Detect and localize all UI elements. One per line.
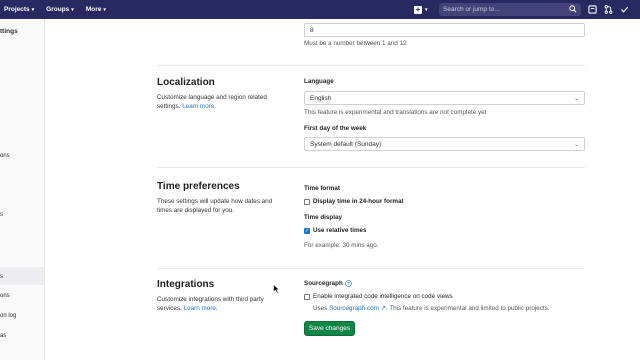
chevron-down-icon: ⌄ — [573, 142, 579, 148]
time-display-label: Time display — [304, 214, 343, 221]
search-icon — [569, 5, 577, 13]
first-day-select[interactable]: System default (Sunday) ⌄ — [304, 137, 585, 151]
checkbox-unchecked-icon — [304, 293, 310, 300]
nav-more-label: More — [85, 6, 102, 13]
checkbox-unchecked-icon — [304, 198, 310, 205]
localization-title: Localization — [157, 77, 215, 88]
number-field-value: 8 — [310, 26, 314, 34]
plus-icon: + — [414, 4, 422, 14]
sidebar-item[interactable]: as — [0, 333, 6, 339]
language-label: Language — [304, 78, 334, 85]
integrations-title: Integrations — [157, 279, 215, 290]
uses-prefix: Uses — [313, 305, 328, 312]
sidebar-title: ttings — [0, 28, 18, 35]
svg-text:?: ? — [347, 281, 350, 286]
save-changes-button[interactable]: Save changes — [304, 321, 355, 336]
first-day-label: First day of the week — [304, 125, 367, 132]
issues-icon[interactable] — [588, 5, 597, 14]
search-input[interactable] — [443, 6, 561, 13]
top-navbar: Projects ▾ Groups ▾ More ▾ + ▾ — [0, 0, 640, 19]
chevron-down-icon: ▾ — [425, 6, 428, 13]
search-box[interactable] — [439, 3, 581, 16]
merge-requests-icon[interactable] — [604, 5, 613, 14]
mouse-cursor-icon — [273, 284, 280, 294]
relative-times-checkbox[interactable]: ✓ Use relative times — [304, 227, 367, 234]
sourcegraph-label: Sourcegraph — [304, 280, 343, 287]
chevron-down-icon: ▾ — [103, 6, 106, 13]
localization-description: Customize language and region related se… — [157, 94, 267, 110]
checkbox-checked-icon: ✓ — [304, 227, 310, 234]
new-menu-button[interactable]: + ▾ — [414, 0, 428, 19]
sidebar-item-active[interactable]: s — [0, 274, 3, 280]
nav-projects[interactable]: Projects ▾ — [0, 0, 38, 19]
sourcegraph-link[interactable]: Sourcegraph.com — [329, 305, 379, 312]
main-content: 8 Must be a number between 1 and 12 Loca… — [45, 19, 640, 360]
chevron-down-icon: ▾ — [71, 6, 74, 13]
chevron-down-icon: ⌄ — [573, 96, 579, 102]
nav-more[interactable]: More ▾ — [82, 0, 110, 19]
sidebar-item[interactable]: on log — [0, 313, 16, 319]
sourcegraph-enable-label: Enable integrated code intelligence on c… — [313, 293, 453, 300]
nav-groups-label: Groups — [46, 6, 70, 13]
time-preferences-description: These settings will update how dates and… — [157, 198, 273, 214]
sidebar: ttings ons s s ons on log as — [0, 19, 45, 360]
number-field-hint: Must be a number between 1 and 12 — [304, 40, 407, 47]
language-select-value: English — [310, 94, 332, 102]
sourcegraph-label-row: Sourcegraph ? — [304, 280, 352, 287]
help-icon[interactable]: ? — [345, 280, 352, 287]
language-select[interactable]: English ⌄ — [304, 91, 585, 105]
sourcegraph-uses-text: Uses Sourcegraph.com ↗. This feature is … — [313, 305, 550, 312]
sidebar-item[interactable]: ons — [0, 153, 10, 159]
sourcegraph-enable-checkbox[interactable]: Enable integrated code intelligence on c… — [304, 293, 453, 300]
time-format-label: Time format — [304, 185, 340, 192]
localization-learn-more-link[interactable]: Learn more — [182, 103, 214, 110]
number-field[interactable]: 8 — [304, 23, 585, 37]
nav-groups[interactable]: Groups ▾ — [42, 0, 78, 19]
display-24h-checkbox[interactable]: Display time in 24-hour format — [304, 198, 404, 205]
nav-projects-label: Projects — [4, 6, 30, 13]
chevron-down-icon: ▾ — [31, 6, 35, 13]
integrations-learn-more-link[interactable]: Learn more — [184, 305, 216, 312]
uses-suffix: . This feature is experimental and limit… — [385, 305, 550, 312]
display-24h-label: Display time in 24-hour format — [313, 198, 404, 205]
relative-times-example: For example: 30 mins ago. — [304, 242, 379, 249]
integrations-description: Customize integrations with third party … — [157, 296, 264, 312]
todo-icon[interactable] — [620, 5, 629, 14]
sidebar-item[interactable]: ons — [0, 293, 10, 299]
first-day-select-value: System default (Sunday) — [310, 140, 382, 148]
sidebar-item[interactable]: s — [0, 212, 3, 218]
time-preferences-title: Time preferences — [157, 181, 240, 192]
language-hint: This feature is experimental and transla… — [304, 109, 487, 116]
divider — [157, 268, 585, 269]
divider — [157, 65, 585, 66]
divider — [157, 167, 585, 168]
sidebar-active-highlight — [0, 267, 44, 285]
relative-times-label: Use relative times — [313, 227, 367, 234]
